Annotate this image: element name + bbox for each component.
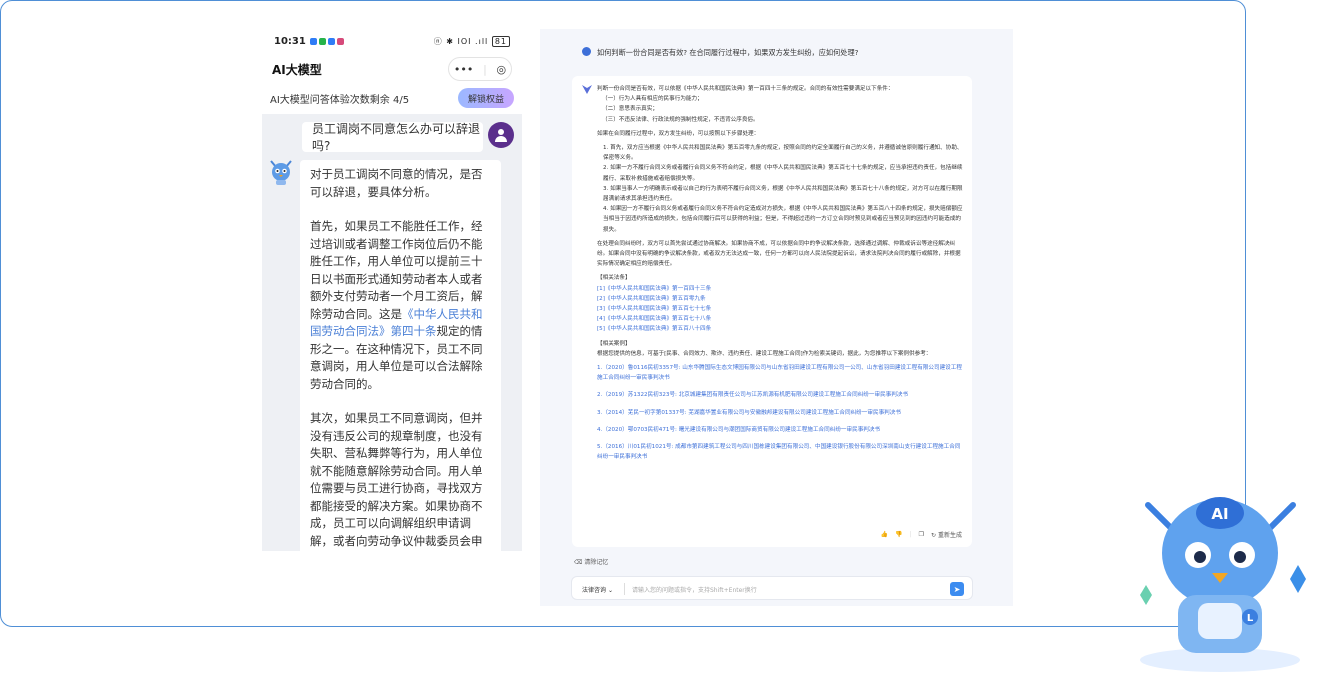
case-link[interactable]: 3.（2014）芜民一初字第01337号: 芜湖嘉华置业有限公司与安徽融邦建设有…	[597, 408, 965, 418]
dispute-intro: 如果在合同履行过程中，双方发生纠纷，可以按照以下步骤处理：	[597, 130, 760, 137]
bot-answer: 对于员工调岗不同意的情况，是否可以辞退，要具体分析。 首先，如果员工不能胜任工作…	[300, 160, 501, 551]
mobile-screen: 10:31 ⓝ ✱ ⅠOⅠ .ıll 81 AI大模型 ••• | ◎ AI大模…	[262, 28, 522, 551]
step-item: 3. 如果当事人一方明确表示或者以自己的行为表明不履行合同义务，根据《中华人民共…	[603, 185, 963, 203]
send-button[interactable]: ➤	[950, 582, 964, 596]
status-bar: 10:31 ⓝ ✱ ⅠOⅠ .ıll 81	[262, 28, 522, 54]
laws-list: [1]《中华人民共和国民法典》第一百四十三条 [2]《中华人民共和国民法典》第五…	[597, 284, 965, 335]
bot-logo-icon	[582, 85, 592, 94]
copy-icon[interactable]: ❐	[919, 531, 924, 538]
cases-title: 【相关案例】	[597, 340, 631, 347]
more-icon[interactable]: •••	[454, 63, 473, 76]
unlock-benefits-button[interactable]: 解锁权益	[457, 88, 514, 108]
close-target-icon[interactable]: ◎	[497, 63, 507, 76]
user-message: 员工调岗不同意怎么办可以辞退吗?	[302, 122, 483, 153]
battery-icon: 81	[491, 35, 510, 47]
step-item: 4. 如果因一方不履行合同义务或者履行合同义务不符合约定造成对方损失，根据《中华…	[603, 206, 963, 233]
case-link[interactable]: 2.（2019）苏1322民初323号: 北京城建集团有限责任公司与江苏凯源有机…	[597, 390, 965, 400]
chat-area[interactable]: 员工调岗不同意怎么办可以辞退吗? 对于员工调岗不同意的情况，是否可以辞退，要具体…	[262, 114, 522, 551]
laws-title: 【相关法条】	[597, 275, 631, 282]
answer-toolbar: 👍 👎 | ❐ ↻ 重新生成	[880, 530, 962, 539]
svg-text:L: L	[1247, 613, 1254, 624]
notification-icon	[336, 37, 344, 45]
step-item: 1. 首先，双方应当根据《中华人民共和国民法典》第五百零九条的规定，按照合同的约…	[603, 145, 963, 162]
answer-paragraph: 其次，如果员工不同意调岗，但并没有违反公司的规章制度，也没有失职、营私舞弊等行为…	[310, 411, 483, 548]
wechat-icon	[318, 37, 326, 45]
status-time: 10:31	[274, 35, 306, 47]
thumbs-down-icon[interactable]: 👎	[895, 531, 902, 538]
case-link[interactable]: 5.（2016）川01民初1021号: 成都市第四建筑工程公司与四川国栋建设集团…	[597, 442, 965, 462]
law-link[interactable]: [1]《中华人民共和国民法典》第一百四十三条	[597, 284, 965, 294]
user-question: 如何判断一份合同是否有效? 在合同履行过程中，如果双方发生纠纷，应如何处理?	[597, 48, 859, 57]
condition-item: （二）意思表示真实；	[602, 106, 658, 113]
law-link[interactable]: [4]《中华人民共和国民法典》第五百七十八条	[597, 314, 965, 324]
case-link[interactable]: 1.（2020）鲁0116民初3357号: 山东华腾国际生态文博园有限公司与山东…	[597, 363, 965, 383]
law-link[interactable]: [5]《中华人民共和国民法典》第五百八十四条	[597, 324, 965, 334]
condition-item: （一）行为人具有相应的民事行为能力；	[602, 96, 703, 103]
conditions-list: （一）行为人具有相应的民事行为能力； （二）意思表示真实； （三）不违反法律、行…	[597, 94, 965, 125]
clear-memory-button[interactable]: ⌫ 清除记忆	[574, 557, 608, 566]
status-right: ⓝ ✱ ⅠOⅠ .ıll 81	[434, 35, 510, 47]
bot-avatar-icon	[268, 158, 294, 186]
quota-bar: AI大模型问答体验次数剩余 4/5 解锁权益	[262, 84, 522, 112]
miniapp-capsule: ••• | ◎	[448, 57, 512, 81]
case-link[interactable]: 4.（2020）鄂0703民初471号: 曙光建设有限公司与潮团国际商贸有限公司…	[597, 425, 965, 435]
mode-select[interactable]: 法律咨询 ⌄	[582, 585, 613, 594]
quota-text: AI大模型问答体验次数剩余 4/5	[270, 94, 410, 106]
condition-item: （三）不违反法律、行政法规的强制性规定，不违背公序良俗。	[602, 116, 759, 123]
user-avatar-icon	[582, 47, 591, 56]
answer-paragraph: 对于员工调岗不同意的情况，是否可以辞退，要具体分析。	[310, 167, 483, 199]
refresh-icon: ↻	[931, 532, 937, 539]
notification-icon	[309, 37, 317, 45]
notification-icon	[327, 37, 335, 45]
answer-card: 判断一份合同是否有效，可以依据《中华人民共和国民法典》第一百四十三条的规定。合同…	[572, 76, 972, 547]
robot-mascot-icon: AI L	[1140, 497, 1306, 672]
thumbs-up-icon[interactable]: 👍	[881, 531, 888, 538]
input-bar: 法律咨询 ⌄ 请输入您的问题或指令，支持Shift+Enter换行 ➤	[571, 576, 973, 600]
robot-badge: AI	[1211, 505, 1228, 523]
answer-paragraph: 首先，如果员工不能胜任工作，经过培训或者调整工作岗位后仍不能胜任工作，用人单位可…	[310, 219, 483, 391]
chat-input[interactable]: 请输入您的问题或指令，支持Shift+Enter换行	[632, 585, 757, 594]
cases-intro: 根据您提供的信息，可基于[民事、合同效力、欺诈、违约责任、建设工程施工合同]作为…	[597, 350, 932, 357]
regenerate-button[interactable]: ↻ 重新生成	[931, 530, 962, 539]
app-title: AI大模型	[272, 62, 322, 77]
steps-list: 1. 首先，双方应当根据《中华人民共和国民法典》第五百零九条的规定，按照合同的约…	[597, 143, 965, 235]
law-link[interactable]: [2]《中华人民共和国民法典》第五百零九条	[597, 294, 965, 304]
desktop-chat-window: 如何判断一份合同是否有效? 在合同履行过程中，如果双方发生纠纷，应如何处理? 判…	[540, 29, 1013, 606]
law-link[interactable]: [3]《中华人民共和国民法典》第五百七十七条	[597, 304, 965, 314]
answer-intro: 判断一份合同是否有效，可以依据《中华人民共和国民法典》第一百四十三条的规定。合同…	[597, 86, 894, 92]
user-avatar-icon	[488, 122, 514, 148]
clear-icon: ⌫	[574, 559, 583, 566]
conclusion: 在处理合同纠纷时，双方可以首先尝试通过协商解决。如果协商不成，可以依据合同中的争…	[597, 240, 961, 268]
send-icon: ➤	[953, 584, 961, 594]
app-titlebar: AI大模型 ••• | ◎	[262, 54, 522, 84]
step-item: 2. 如果一方不履行合同义务或者履行合同义务不符合约定，根据《中华人民共和国民法…	[603, 165, 963, 182]
divider	[624, 583, 625, 595]
chevron-down-icon: ⌄	[607, 587, 613, 594]
answer-body: 判断一份合同是否有效，可以依据《中华人民共和国民法典》第一百四十三条的规定。合同…	[597, 84, 965, 470]
